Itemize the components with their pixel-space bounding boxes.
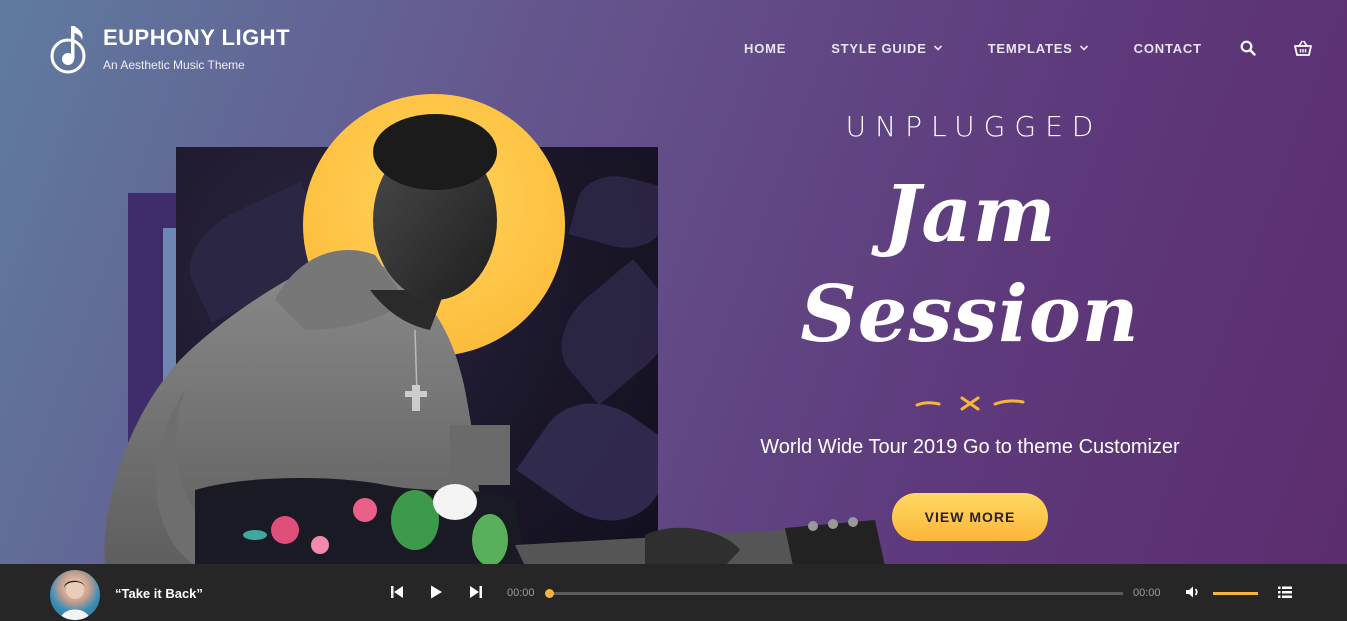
ornament-divider [915,396,1025,411]
site-header: EUPHONY LIGHT An Aesthetic Music Theme H… [0,0,1347,100]
nav-item-label: CONTACT [1133,40,1202,56]
hero-content: UNPLUGGED Jam Session World Wide Tour 20… [700,110,1240,541]
chevron-down-icon [1079,45,1088,51]
total-time: 00:00 [1133,587,1161,599]
search-icon[interactable] [1240,40,1256,56]
next-track-icon[interactable] [468,584,484,600]
view-more-button[interactable]: VIEW MORE [892,493,1048,541]
site-title: EUPHONY LIGHT [103,25,291,50]
volume-icon[interactable] [1185,584,1201,600]
nav-item-label: STYLE GUIDE [831,40,927,56]
music-note-icon [50,26,86,74]
hero-kicker: UNPLUGGED [845,110,1103,143]
audio-player: “Take it Back” 00:00 00:00 [0,564,1347,621]
site-tagline: An Aesthetic Music Theme [103,58,245,72]
basket-icon[interactable] [1293,40,1312,56]
progress-handle[interactable] [545,589,554,598]
nav-item-label: HOME [744,40,787,56]
hero-tagline: World Wide Tour 2019 Go to theme Customi… [760,436,1180,458]
current-time: 00:00 [507,587,535,599]
nav-item-home[interactable]: HOME [744,41,786,56]
site-logo[interactable]: EUPHONY LIGHT An Aesthetic Music Theme [50,24,290,76]
nav-item-contact[interactable]: CONTACT [1134,41,1202,56]
previous-track-icon[interactable] [389,584,405,600]
play-icon[interactable] [428,584,444,600]
track-cover-avatar [50,570,100,620]
main-nav: HOME STYLE GUIDE TEMPLATES CONTACT [744,40,1312,56]
playlist-icon[interactable] [1277,584,1293,600]
chevron-down-icon [933,45,942,51]
hero-headline: Jam Session [800,169,1140,360]
nav-item-templates[interactable]: TEMPLATES [988,41,1089,56]
track-title: “Take it Back” [115,586,203,601]
nav-item-label: TEMPLATES [987,40,1073,56]
nav-item-style-guide[interactable]: STYLE GUIDE [831,41,942,56]
progress-bar[interactable] [545,589,1123,598]
volume-slider[interactable] [1213,592,1258,595]
